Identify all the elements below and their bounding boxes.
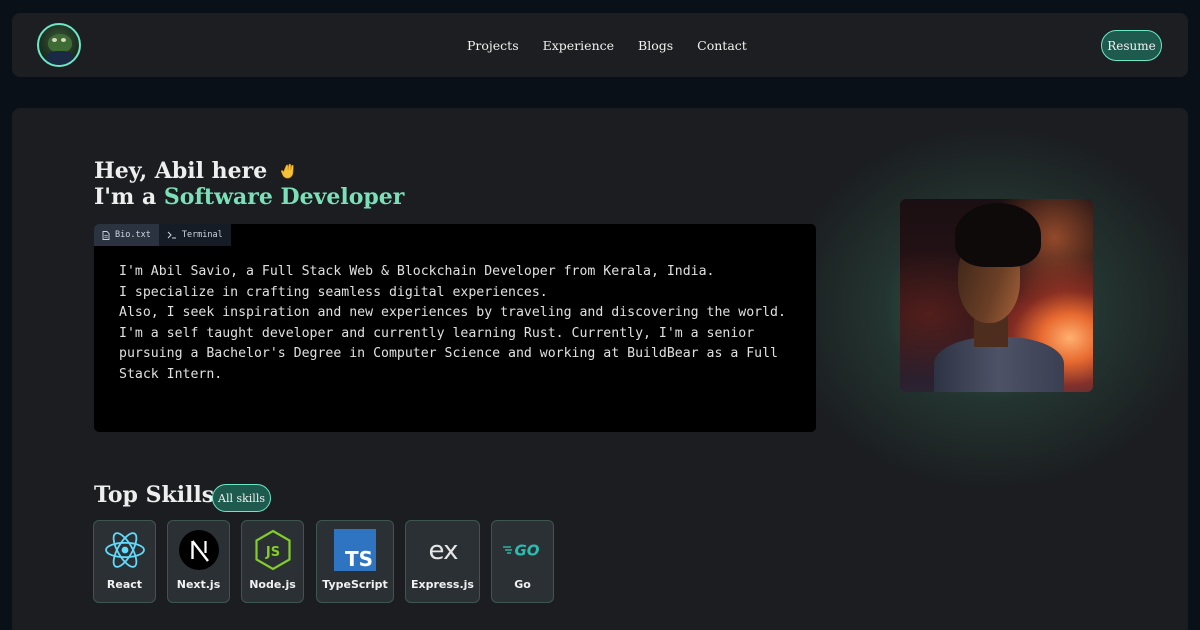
resume-button[interactable]: Resume bbox=[1101, 30, 1162, 61]
skill-label: React bbox=[106, 578, 143, 591]
skill-label: TypeScript bbox=[322, 578, 388, 591]
skills-title: Top Skills bbox=[94, 482, 215, 508]
role-text: Software Developer bbox=[163, 184, 405, 210]
hero-heading: Hey, Abil here I'm a Software Developer bbox=[94, 158, 404, 210]
skill-card-go[interactable]: GO Go bbox=[491, 520, 554, 603]
tab-bio-label: Bio.txt bbox=[115, 230, 151, 240]
nav-link-blogs[interactable]: Blogs bbox=[638, 38, 673, 53]
tab-bio[interactable]: Bio.txt bbox=[94, 224, 159, 246]
avatar-body bbox=[46, 51, 74, 65]
terminal-window: Bio.txt Terminal I'm Abil Savio, a Full … bbox=[94, 224, 816, 432]
nav-link-experience[interactable]: Experience bbox=[543, 38, 614, 53]
avatar[interactable] bbox=[37, 23, 81, 67]
profile-photo bbox=[900, 199, 1093, 392]
skill-label: Express.js bbox=[411, 578, 474, 591]
go-icon: GO bbox=[502, 542, 539, 560]
svg-text:ex: ex bbox=[428, 536, 458, 566]
nav-links: Projects Experience Blogs Contact bbox=[467, 13, 747, 77]
nav-link-projects[interactable]: Projects bbox=[467, 38, 519, 53]
file-icon bbox=[102, 230, 110, 240]
waving-hand-icon bbox=[280, 163, 294, 179]
skill-card-typescript[interactable]: TS TypeScript bbox=[316, 520, 394, 603]
svg-text:GO: GO bbox=[514, 542, 539, 560]
skill-card-react[interactable]: React bbox=[93, 520, 156, 603]
avatar-face bbox=[48, 34, 72, 52]
terminal-icon bbox=[167, 231, 176, 239]
express-icon: ex bbox=[428, 536, 459, 566]
all-skills-button[interactable]: All skills bbox=[212, 484, 271, 512]
skill-label: Go bbox=[514, 578, 531, 591]
avatar-eye bbox=[52, 38, 57, 42]
nav-link-contact[interactable]: Contact bbox=[697, 38, 747, 53]
nodejs-icon: JS bbox=[254, 529, 291, 571]
bio-text: I'm Abil Savio, a Full Stack Web & Block… bbox=[119, 264, 786, 382]
greeting-text: Hey, Abil here bbox=[94, 158, 268, 184]
hero-card: Hey, Abil here I'm a Software Developer … bbox=[12, 108, 1188, 630]
avatar-eye bbox=[61, 38, 66, 42]
photo-hair bbox=[955, 203, 1041, 267]
skill-card-express[interactable]: ex Express.js bbox=[405, 520, 480, 603]
terminal-tabs: Bio.txt Terminal bbox=[94, 224, 231, 246]
role-prefix: I'm a bbox=[94, 184, 157, 210]
tab-terminal[interactable]: Terminal bbox=[158, 224, 231, 246]
tab-terminal-label: Terminal bbox=[181, 230, 223, 240]
svg-text:JS: JS bbox=[264, 545, 279, 560]
skill-card-nextjs[interactable]: Next.js bbox=[167, 520, 230, 603]
typescript-icon: TS bbox=[334, 529, 376, 571]
navbar: Projects Experience Blogs Contact Resume bbox=[12, 13, 1188, 77]
skill-label: Node.js bbox=[249, 578, 296, 591]
skill-card-nodejs[interactable]: JS Node.js bbox=[241, 520, 304, 603]
svg-text:TS: TS bbox=[345, 547, 373, 571]
react-icon bbox=[104, 532, 145, 568]
skill-label: Next.js bbox=[176, 578, 221, 591]
nextjs-icon bbox=[178, 530, 219, 570]
